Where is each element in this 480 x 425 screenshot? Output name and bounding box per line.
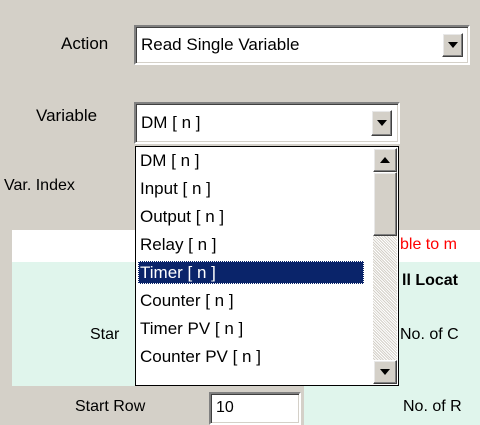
start-row-input[interactable]: 10 [209,392,301,425]
variable-value: DM [ n ] [141,113,201,132]
arrow-up-icon [380,157,390,163]
list-item[interactable]: DM [ n ] [138,149,364,172]
variable-label: Variable [36,106,98,125]
list-item-selected[interactable]: Timer [ n ] [138,261,364,284]
action-value: Read Single Variable [141,35,300,54]
list-item[interactable]: Counter [ n ] [138,289,364,312]
scroll-down-button[interactable] [373,360,397,384]
variable-combobox[interactable]: DM [ n ] [134,102,400,144]
var-index-label: Var. Index [4,177,75,194]
list-item[interactable]: Input [ n ] [138,177,364,200]
list-item[interactable]: Timer PV [ n ] [138,317,364,340]
no-of-cols-label: No. of C [400,326,459,343]
dropdown-scrollbar[interactable] [373,148,397,384]
start-row-value: 10 [216,399,234,416]
scroll-up-button[interactable] [373,148,397,172]
variable-dropdown-list[interactable]: DM [ n ] Input [ n ] Output [ n ] Relay … [135,146,399,386]
action-dropdown-button[interactable] [442,33,463,57]
chevron-down-icon [447,42,458,48]
panel-header: ll Locat [402,272,459,289]
list-item[interactable]: Counter PV [ n ] [138,345,364,368]
warning-text: ble to m [400,236,457,253]
action-label: Action [61,34,109,53]
list-item[interactable]: Output [ n ] [138,205,364,228]
variable-dropdown-button[interactable] [371,110,392,136]
start-row-cell: Start Row 10 [12,386,304,425]
scroll-thumb[interactable] [373,172,397,236]
no-of-rows-label: No. of R [403,398,462,415]
start-row-label: Start Row [75,398,146,415]
list-item[interactable]: Relay [ n ] [138,233,364,256]
action-combobox[interactable]: Read Single Variable [134,25,470,65]
start-col-label: Star [90,326,120,343]
arrow-down-icon [380,369,390,375]
chevron-down-icon [376,120,387,126]
